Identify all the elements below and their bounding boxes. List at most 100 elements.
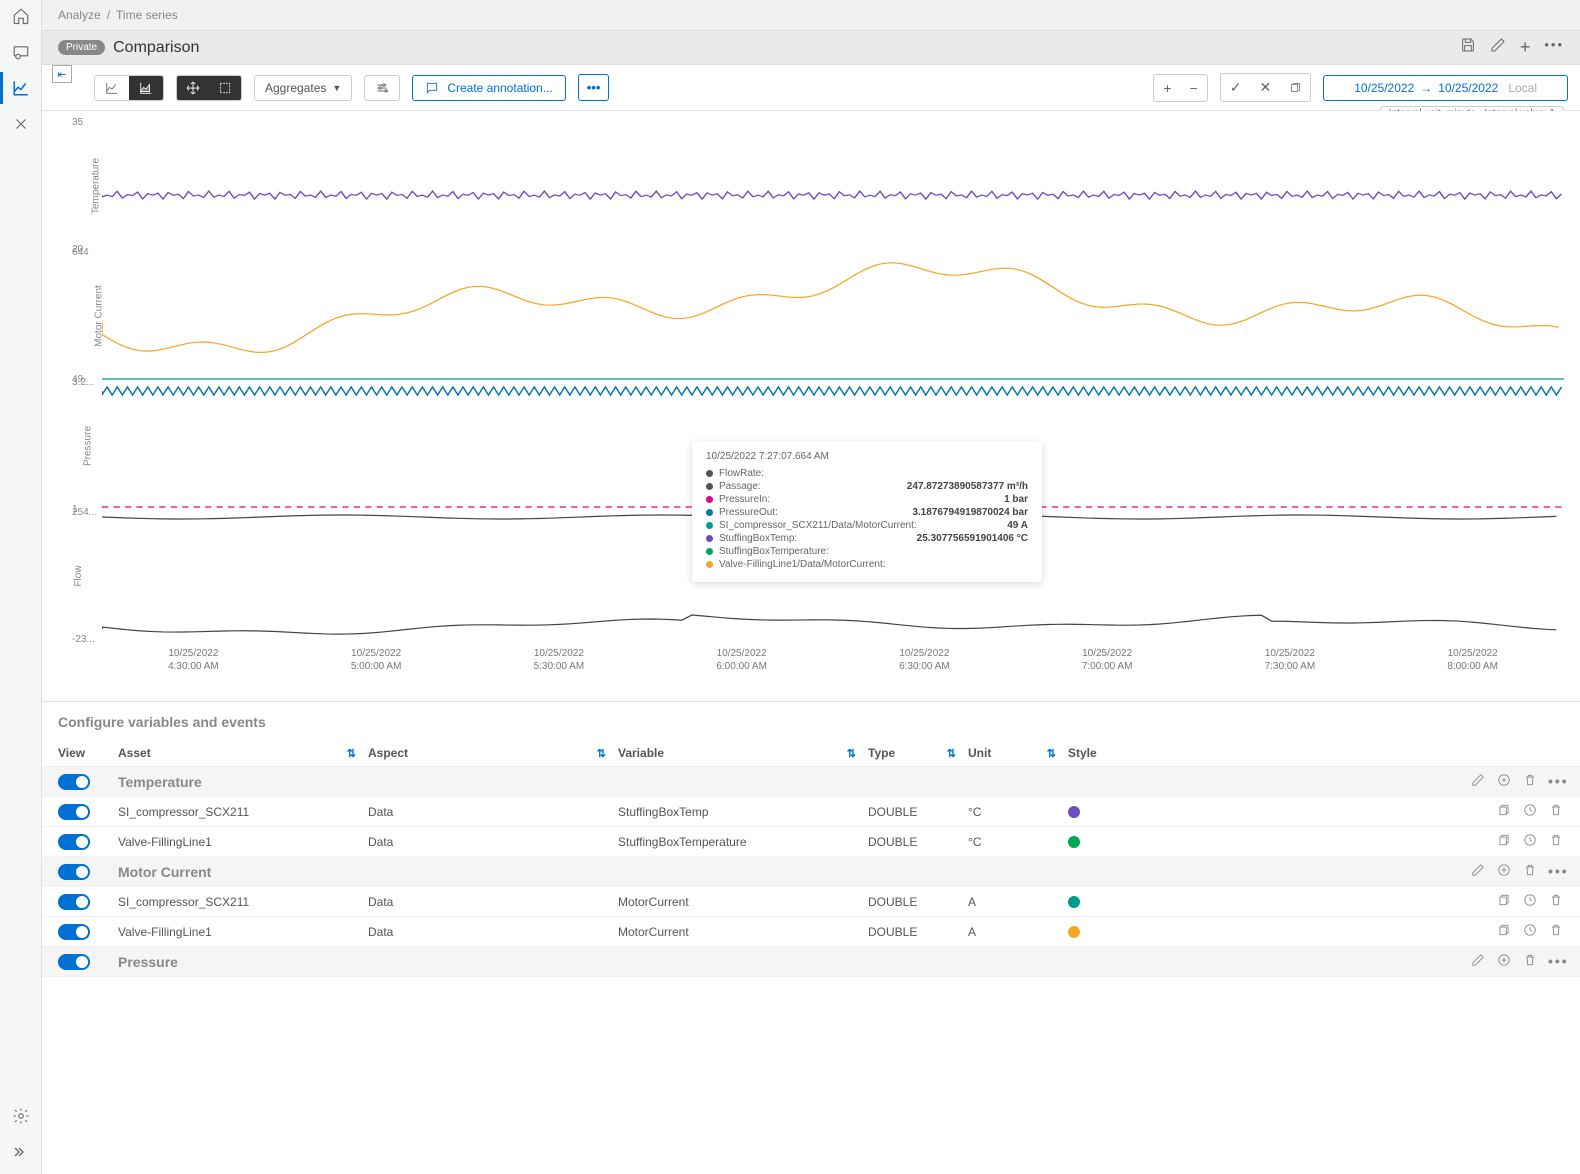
- table-row: Temperature•••: [42, 767, 1580, 797]
- y-axis-label: Flow: [73, 565, 84, 586]
- config-title: Configure variables and events: [42, 714, 1580, 740]
- style-color-dot[interactable]: [1068, 896, 1080, 908]
- y-tick: 35: [72, 117, 83, 128]
- edit-icon[interactable]: [1470, 863, 1486, 880]
- date-range-selector[interactable]: 10/25/2022 → 10/25/2022 Local: [1323, 75, 1568, 101]
- chart-icon[interactable]: [11, 78, 31, 98]
- view-toggle[interactable]: [58, 834, 90, 850]
- row-more-icon[interactable]: •••: [1548, 953, 1564, 970]
- tooltip-row: StuffingBoxTemperature:: [706, 546, 1028, 557]
- table-row: SI_compressor_SCX211DataMotorCurrentDOUB…: [42, 887, 1580, 917]
- annotation-more-button[interactable]: •••: [578, 74, 610, 101]
- chart-tooltip: 10/25/2022 7:27:07.664 AM FlowRate:Passa…: [692, 441, 1042, 582]
- header-aspect: Aspect: [368, 746, 408, 760]
- add-circle-icon[interactable]: [1496, 863, 1512, 880]
- gear-icon[interactable]: [11, 1106, 31, 1126]
- tools-icon[interactable]: [11, 114, 31, 134]
- y-tick: 644: [72, 247, 89, 258]
- title-bar: Private Comparison + •••: [42, 30, 1580, 65]
- plus-button[interactable]: +: [1154, 75, 1180, 101]
- delete-icon[interactable]: [1548, 803, 1564, 820]
- edit-icon[interactable]: [1470, 953, 1486, 970]
- settings-button[interactable]: [364, 75, 400, 101]
- filter-icon[interactable]: ⇅: [597, 747, 606, 760]
- check-button[interactable]: ✓: [1221, 74, 1251, 101]
- confirm-group: ✓ ✕: [1220, 73, 1311, 102]
- copy-icon[interactable]: [1496, 923, 1512, 940]
- filter-icon[interactable]: ⇅: [947, 747, 956, 760]
- chart-panel-motor-current[interactable]: Motor Current64449: [102, 251, 1564, 381]
- header-style: Style: [1068, 746, 1128, 760]
- chart-style-group: [94, 75, 164, 101]
- pan-button[interactable]: [177, 76, 209, 100]
- select-button[interactable]: [209, 76, 241, 100]
- delete-icon[interactable]: [1548, 833, 1564, 850]
- view-toggle[interactable]: [58, 954, 90, 970]
- aggregates-dropdown[interactable]: Aggregates ▼: [254, 75, 352, 101]
- view-toggle[interactable]: [58, 774, 90, 790]
- save-icon[interactable]: [1460, 37, 1476, 58]
- header-variable: Variable: [618, 746, 664, 760]
- row-more-icon[interactable]: •••: [1548, 863, 1564, 880]
- style-color-dot[interactable]: [1068, 926, 1080, 938]
- clock-icon[interactable]: [1522, 833, 1538, 850]
- copy-icon[interactable]: [1496, 833, 1512, 850]
- add-circle-icon[interactable]: [1496, 953, 1512, 970]
- filter-icon[interactable]: ⇅: [347, 747, 356, 760]
- clock-icon[interactable]: [1522, 923, 1538, 940]
- delete-icon[interactable]: [1522, 953, 1538, 970]
- screen-icon[interactable]: [11, 42, 31, 62]
- expand-icon[interactable]: [11, 1142, 31, 1162]
- line-chart-button[interactable]: [95, 76, 129, 100]
- view-toggle[interactable]: [58, 894, 90, 910]
- view-toggle[interactable]: [58, 924, 90, 940]
- breadcrumb-timeseries[interactable]: Time series: [116, 8, 178, 22]
- copy-button[interactable]: [1280, 74, 1310, 101]
- copy-icon[interactable]: [1496, 803, 1512, 820]
- x-tick: 10/25/20227:30:00 AM: [1265, 647, 1316, 673]
- copy-icon[interactable]: [1496, 893, 1512, 910]
- breadcrumb: Analyze / Time series: [42, 0, 1580, 30]
- y-tick: 3.2...: [72, 377, 94, 388]
- close-button[interactable]: ✕: [1250, 74, 1280, 101]
- view-toggle[interactable]: [58, 864, 90, 880]
- delete-icon[interactable]: [1522, 773, 1538, 790]
- tooltip-row: StuffingBoxTemp:25.307756591901406 °C: [706, 533, 1028, 544]
- style-color-dot[interactable]: [1068, 806, 1080, 818]
- delete-icon[interactable]: [1548, 923, 1564, 940]
- row-more-icon[interactable]: •••: [1548, 773, 1564, 790]
- tooltip-row: Valve-FillingLine1/Data/MotorCurrent:: [706, 559, 1028, 570]
- filter-icon[interactable]: ⇅: [847, 747, 856, 760]
- header-view: View: [58, 746, 118, 760]
- create-annotation-button[interactable]: Create annotation...: [412, 75, 565, 101]
- add-remove-group: + −: [1153, 74, 1207, 102]
- x-tick: 10/25/20226:00:00 AM: [716, 647, 767, 673]
- style-color-dot[interactable]: [1068, 836, 1080, 848]
- private-badge: Private: [58, 40, 105, 55]
- add-circle-icon[interactable]: [1496, 773, 1512, 790]
- left-sidebar: [0, 0, 42, 1174]
- clock-icon[interactable]: [1522, 803, 1538, 820]
- add-icon[interactable]: +: [1520, 37, 1531, 58]
- more-icon[interactable]: •••: [1544, 37, 1564, 58]
- edit-icon[interactable]: [1490, 37, 1506, 58]
- view-toggle[interactable]: [58, 804, 90, 820]
- x-tick: 10/25/20226:30:00 AM: [899, 647, 950, 673]
- breadcrumb-analyze[interactable]: Analyze: [58, 8, 101, 22]
- y-axis-label: Motor Current: [93, 285, 104, 347]
- chart-panel-temperature[interactable]: Temperature3520: [102, 121, 1564, 251]
- clock-icon[interactable]: [1522, 893, 1538, 910]
- home-icon[interactable]: [11, 6, 31, 26]
- tooltip-row: Passage:247.87273890587377 m³/h: [706, 481, 1028, 492]
- filter-icon[interactable]: ⇅: [1047, 747, 1056, 760]
- collapse-panel-button[interactable]: ⇤: [52, 65, 72, 83]
- minus-button[interactable]: −: [1181, 75, 1207, 101]
- edit-icon[interactable]: [1470, 773, 1486, 790]
- table-header: View Asset⇅ Aspect⇅ Variable⇅ Type⇅ Unit…: [42, 740, 1580, 767]
- area-chart-button[interactable]: [129, 76, 163, 100]
- table-row: Motor Current•••: [42, 857, 1580, 887]
- delete-icon[interactable]: [1548, 893, 1564, 910]
- delete-icon[interactable]: [1522, 863, 1538, 880]
- x-tick: 10/25/20225:00:00 AM: [351, 647, 402, 673]
- x-tick: 10/25/20225:30:00 AM: [534, 647, 585, 673]
